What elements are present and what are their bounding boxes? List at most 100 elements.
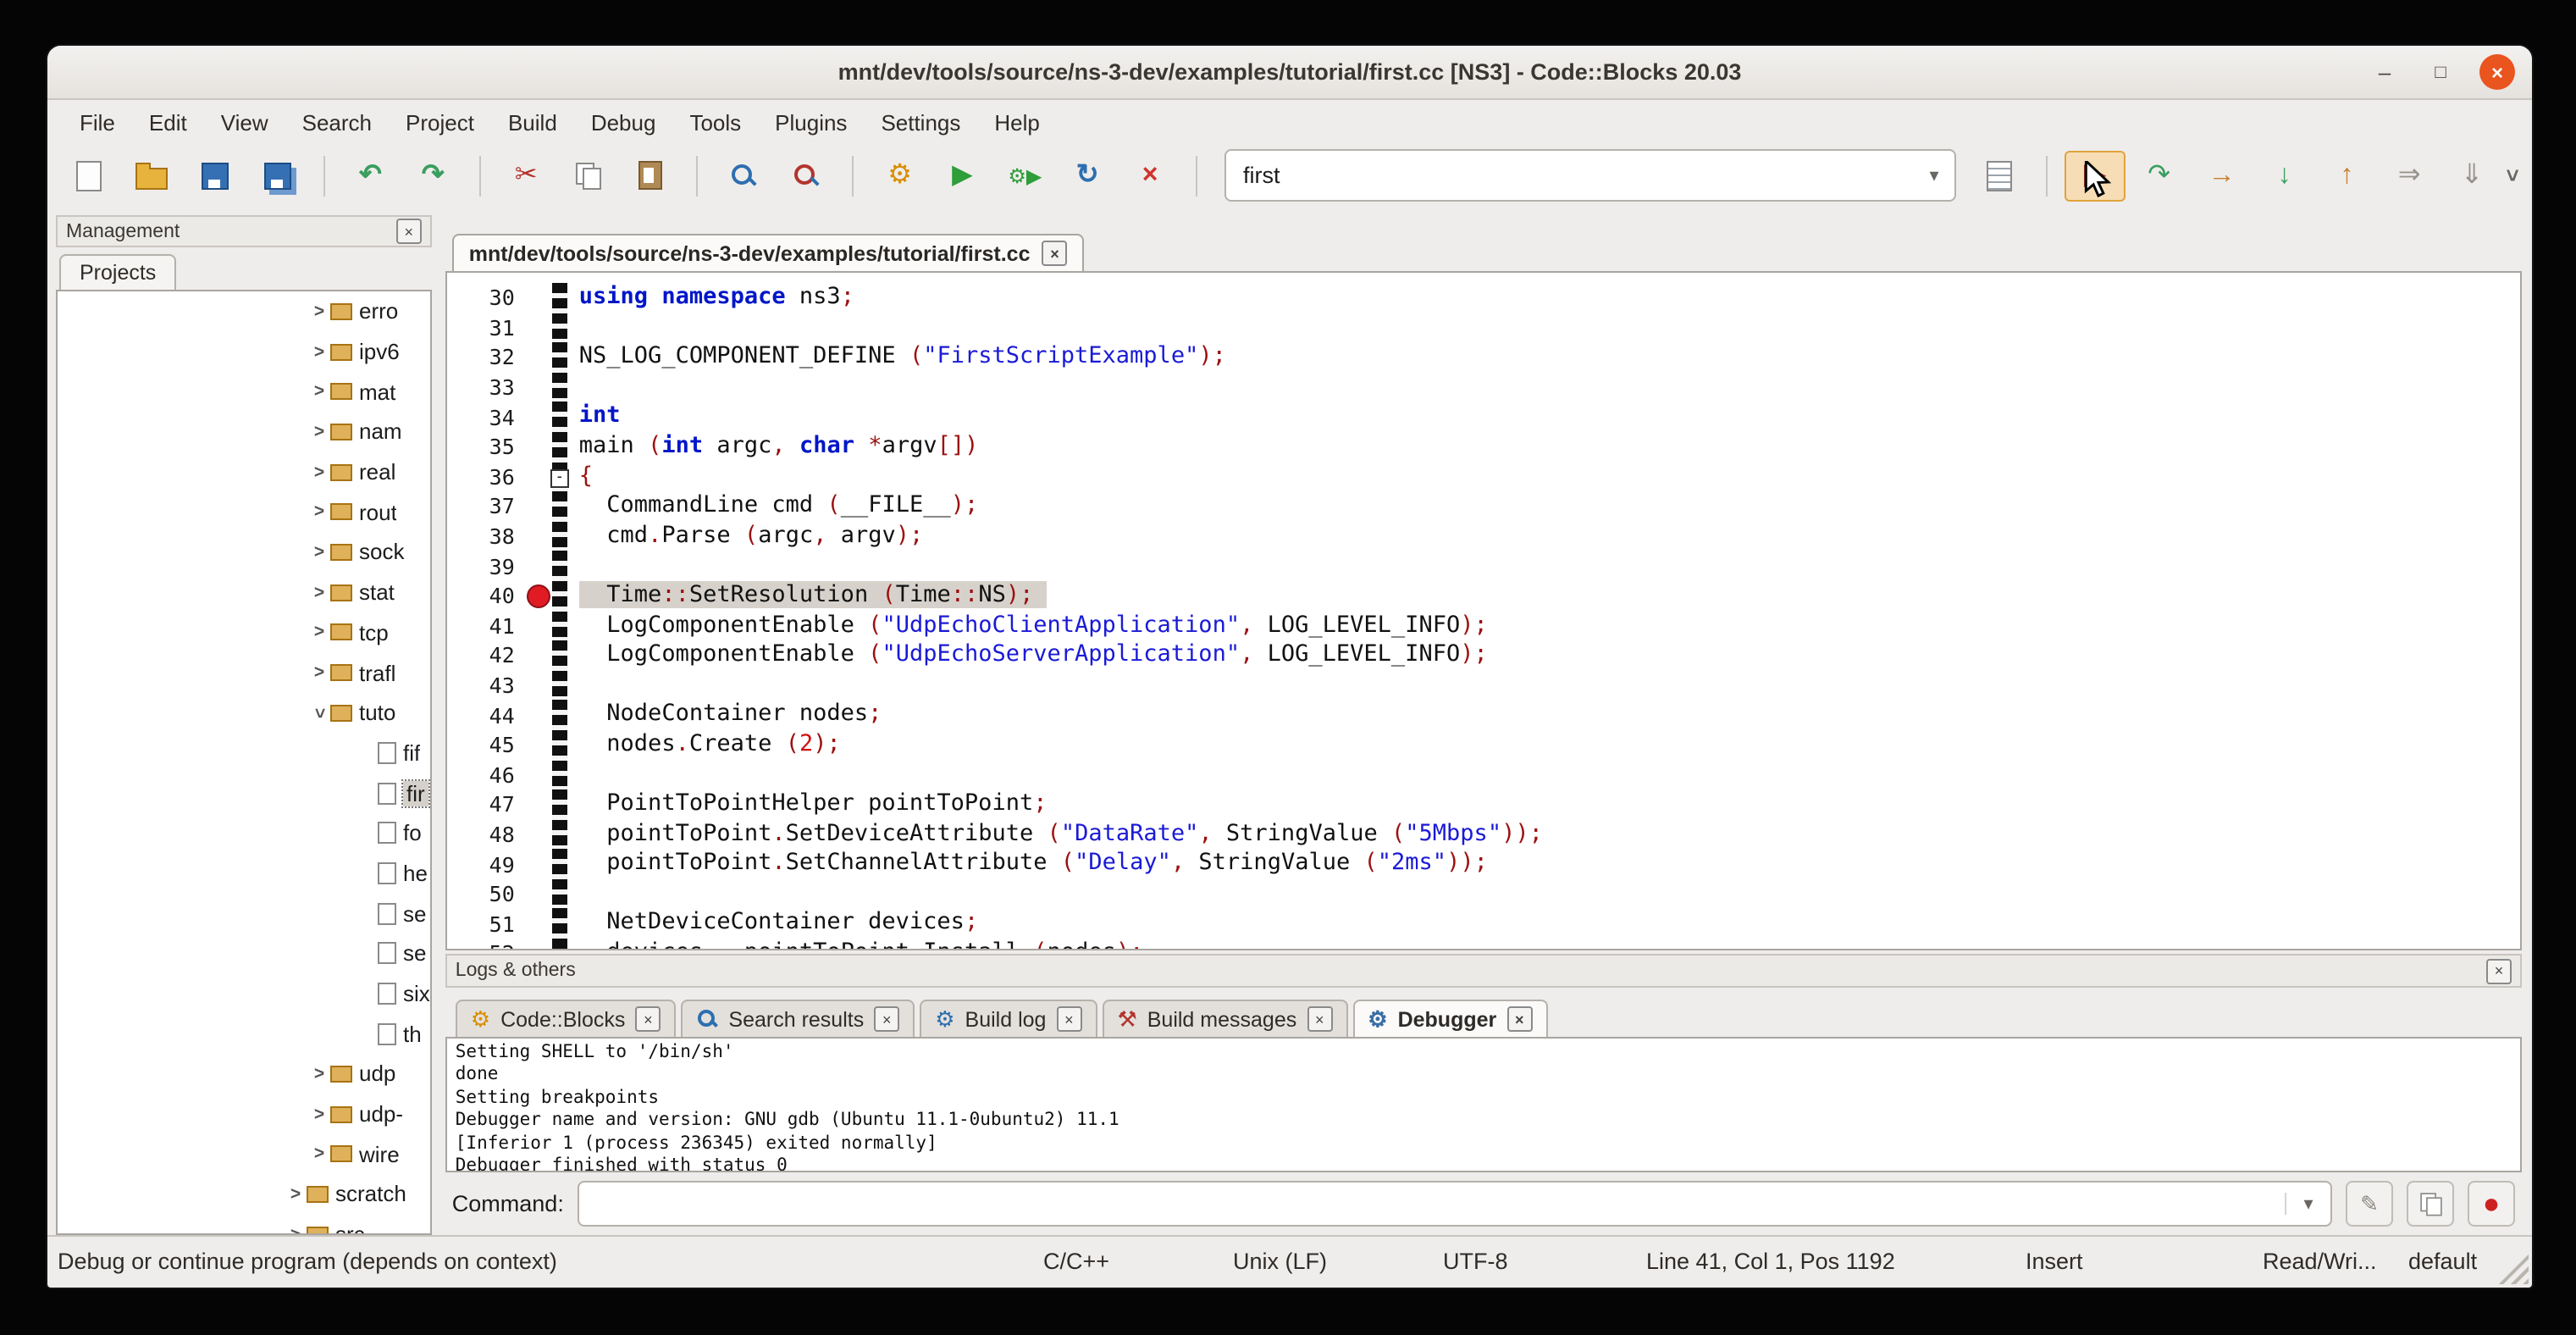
tree-item-erro[interactable]: >erro: [58, 291, 430, 331]
tree-item-trafl[interactable]: >trafl: [58, 652, 430, 692]
tree-item-rout[interactable]: >rout: [58, 492, 430, 532]
breakpoint-margin[interactable]: [523, 640, 552, 670]
menu-file[interactable]: File: [64, 104, 130, 140]
code-line-49[interactable]: 49 pointToPoint.SetChannelAttribute ("De…: [447, 850, 2520, 879]
breakpoint-margin[interactable]: [523, 850, 552, 879]
fold-marker-icon[interactable]: -: [550, 468, 569, 487]
code-editor[interactable]: 30using namespace ns3;3132NS_LOG_COMPONE…: [445, 271, 2522, 950]
tree-item-real[interactable]: >real: [58, 452, 430, 492]
tree-item-se[interactable]: se: [58, 933, 430, 973]
tree-collapsed-icon[interactable]: >: [308, 582, 330, 602]
breakpoint-margin[interactable]: [523, 730, 552, 760]
menu-view[interactable]: View: [206, 104, 284, 140]
log-tab-build-messages[interactable]: ⚒Build messages×: [1102, 1000, 1347, 1037]
record-stop-button[interactable]: ●: [2468, 1181, 2515, 1227]
breakpoint-margin[interactable]: [523, 819, 552, 849]
code-line-33[interactable]: 33: [447, 373, 2520, 402]
undo-button[interactable]: ↶: [342, 152, 400, 199]
tree-item-sock[interactable]: >sock: [58, 532, 430, 572]
code-line-30[interactable]: 30using namespace ns3;: [447, 283, 2520, 313]
tree-collapsed-icon[interactable]: >: [308, 422, 330, 442]
copy-button[interactable]: [560, 152, 617, 199]
code-line-45[interactable]: 45 nodes.Create (2);: [447, 730, 2520, 760]
log-tab-code-blocks[interactable]: ⚙Code::Blocks×: [456, 1000, 677, 1037]
tree-collapsed-icon[interactable]: >: [308, 1144, 330, 1165]
rebuild-button[interactable]: ↻: [1059, 152, 1116, 199]
tree-item-stat[interactable]: >stat: [58, 573, 430, 612]
tree-item-src[interactable]: >src: [58, 1215, 430, 1235]
breakpoint-margin[interactable]: [523, 670, 552, 700]
menu-settings[interactable]: Settings: [865, 104, 976, 140]
breakpoint-icon[interactable]: [527, 585, 550, 609]
code-line-47[interactable]: 47 PointToPointHelper pointToPoint;: [447, 789, 2520, 819]
code-line-48[interactable]: 48 pointToPoint.SetDeviceAttribute ("Dat…: [447, 819, 2520, 849]
command-dropdown-icon[interactable]: ▾: [2285, 1193, 2330, 1215]
breakpoint-margin[interactable]: [523, 522, 552, 551]
code-line-42[interactable]: 42 LogComponentEnable ("UdpEchoServerApp…: [447, 640, 2520, 670]
menu-tools[interactable]: Tools: [674, 104, 756, 140]
step-into-button[interactable]: ↓: [2256, 152, 2313, 199]
code-line-32[interactable]: 32NS_LOG_COMPONENT_DEFINE ("FirstScriptE…: [447, 342, 2520, 372]
code-line-35[interactable]: 35main (int argc, char *argv[]): [447, 432, 2520, 462]
code-line-46[interactable]: 46: [447, 760, 2520, 789]
tree-item-nam[interactable]: >nam: [58, 412, 430, 451]
tree-item-udp[interactable]: >udp: [58, 1054, 430, 1094]
breakpoint-margin[interactable]: [523, 909, 552, 939]
tree-item-se[interactable]: se: [58, 894, 430, 933]
save-button[interactable]: [186, 152, 244, 199]
cut-button[interactable]: ✂: [497, 152, 555, 199]
log-tab-search-results[interactable]: Search results×: [681, 1000, 915, 1037]
tree-item-th[interactable]: th: [58, 1014, 430, 1054]
new-file-button[interactable]: [61, 152, 119, 199]
run-to-cursor-button[interactable]: ↷: [2131, 152, 2188, 199]
breakpoint-margin[interactable]: [523, 611, 552, 640]
various-info-button[interactable]: [1971, 152, 2029, 199]
tree-item-tuto[interactable]: >tuto: [58, 693, 430, 733]
tree-collapsed-icon[interactable]: >: [285, 1224, 307, 1235]
resize-grip[interactable]: [2498, 1254, 2529, 1284]
tree-item-fir[interactable]: fir: [58, 773, 430, 813]
step-out-button[interactable]: ↑: [2318, 152, 2375, 199]
save-all-button[interactable]: [249, 152, 307, 199]
code-line-39[interactable]: 39: [447, 551, 2520, 581]
breakpoint-margin[interactable]: [523, 581, 552, 611]
breakpoint-margin[interactable]: [523, 342, 552, 372]
tree-collapsed-icon[interactable]: >: [308, 302, 330, 322]
tree-item-scratch[interactable]: >scratch: [58, 1174, 430, 1214]
edit-command-button[interactable]: ✎: [2346, 1181, 2393, 1227]
code-line-34[interactable]: 34int: [447, 402, 2520, 432]
breakpoint-margin[interactable]: [523, 432, 552, 462]
tree-item-ipv6[interactable]: >ipv6: [58, 331, 430, 371]
menu-debug[interactable]: Debug: [576, 104, 672, 140]
menu-search[interactable]: Search: [287, 104, 387, 140]
code-line-41[interactable]: 41 LogComponentEnable ("UdpEchoClientApp…: [447, 611, 2520, 640]
title-bar[interactable]: mnt/dev/tools/source/ns-3-dev/examples/t…: [47, 46, 2532, 100]
tree-collapsed-icon[interactable]: >: [308, 1104, 330, 1124]
tree-item-wire[interactable]: >wire: [58, 1134, 430, 1174]
menu-plugins[interactable]: Plugins: [760, 104, 862, 140]
editor-tab-close-icon[interactable]: ×: [1042, 241, 1068, 266]
tree-item-mat[interactable]: >mat: [58, 372, 430, 412]
code-line-44[interactable]: 44 NodeContainer nodes;: [447, 701, 2520, 730]
breakpoint-margin[interactable]: [523, 462, 552, 491]
tree-expanded-icon[interactable]: >: [309, 701, 329, 723]
breakpoint-margin[interactable]: [523, 879, 552, 909]
breakpoint-margin[interactable]: [523, 313, 552, 342]
next-instruction-button[interactable]: ⇒: [2380, 152, 2438, 199]
breakpoint-margin[interactable]: [523, 283, 552, 313]
menu-help[interactable]: Help: [979, 104, 1055, 140]
command-combobox[interactable]: ▾: [578, 1181, 2332, 1227]
build-button[interactable]: ⚙: [871, 152, 929, 199]
code-line-40[interactable]: 40 Time::SetResolution (Time::NS);: [447, 581, 2520, 611]
command-input[interactable]: [579, 1191, 2285, 1216]
code-line-52[interactable]: 52 devices = pointToPoint.Install (nodes…: [447, 939, 2520, 950]
menu-build[interactable]: Build: [493, 104, 572, 140]
breakpoint-margin[interactable]: [523, 701, 552, 730]
maximize-icon[interactable]: □: [2424, 55, 2457, 89]
menu-project[interactable]: Project: [390, 104, 489, 140]
breakpoint-margin[interactable]: [523, 551, 552, 581]
breakpoint-margin[interactable]: [523, 939, 552, 950]
code-line-31[interactable]: 31: [447, 313, 2520, 342]
tree-item-tcp[interactable]: >tcp: [58, 612, 430, 652]
run-button[interactable]: ▶: [934, 152, 992, 199]
